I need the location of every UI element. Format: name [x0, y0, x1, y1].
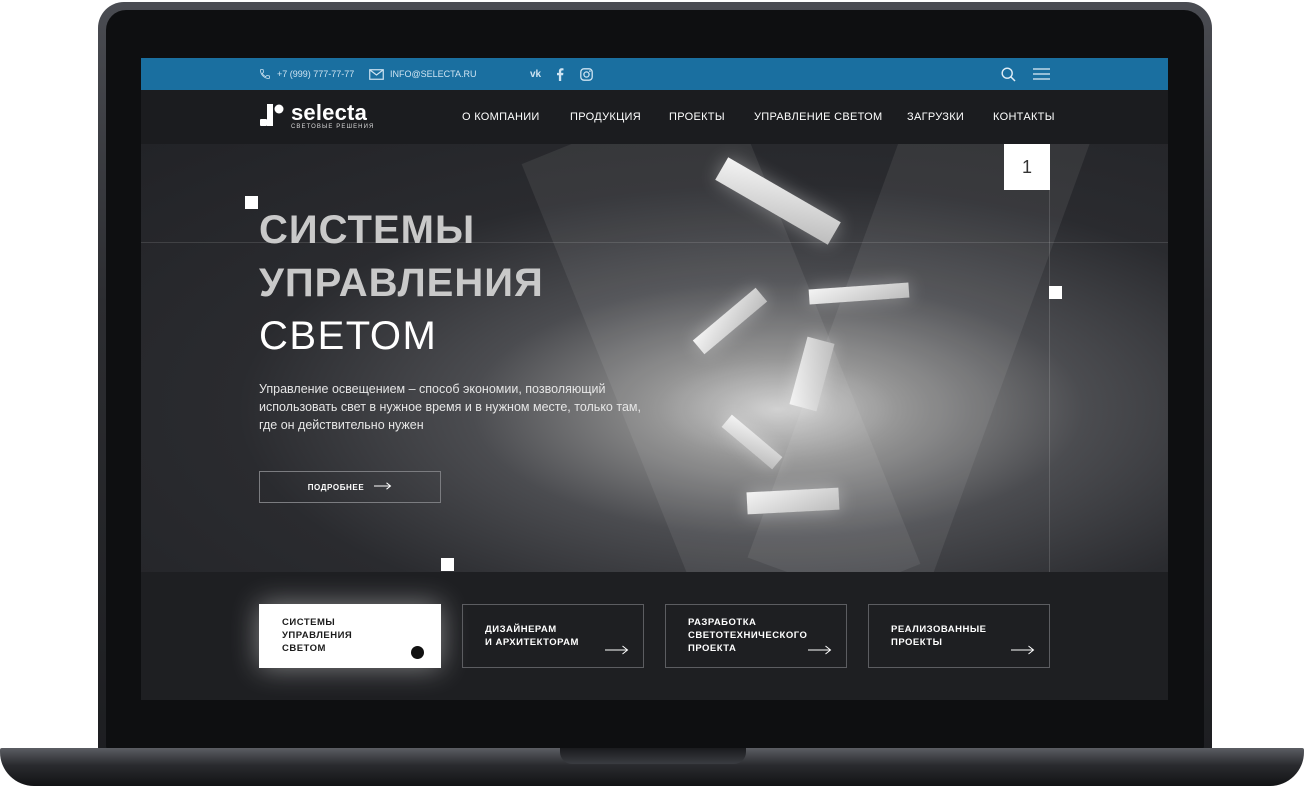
card-lighting-design[interactable]: РАЗРАБОТКА СВЕТОТЕХНИЧЕСКОГО ПРОЕКТА [665, 604, 847, 668]
brand-tagline: СВЕТОВЫЕ РЕШЕНИЯ [291, 123, 375, 130]
email-address: INFO@SELECTA.RU [390, 69, 477, 79]
card-label: СИСТЕМЫ УПРАВЛЕНИЯ СВЕТОМ [282, 617, 353, 654]
card-designers[interactable]: ДИЗАЙНЕРАМ И АРХИТЕКТОРАМ [462, 604, 644, 668]
laptop-notch [560, 748, 746, 764]
nav-item-contacts[interactable]: КОНТАКТЫ [993, 111, 1055, 123]
nav-item-products[interactable]: ПРОДУКЦИЯ [570, 111, 641, 123]
card-label: ДИЗАЙНЕРАМ И АРХИТЕКТОРАМ [485, 624, 579, 648]
card-completed-projects[interactable]: РЕАЛИЗОВАННЫЕ ПРОЕКТЫ [868, 604, 1050, 668]
brand-logo[interactable]: selecta СВЕТОВЫЕ РЕШЕНИЯ [259, 99, 375, 130]
menu-icon [1033, 68, 1050, 80]
light-block [746, 487, 840, 515]
light-block [692, 287, 768, 355]
arrow-right-icon [605, 645, 629, 659]
phone-icon [259, 68, 271, 80]
vk-link[interactable]: vk [530, 58, 541, 90]
instagram-icon [580, 67, 593, 81]
phone-number: +7 (999) 777-77-77 [277, 69, 355, 79]
card-lighting-control[interactable]: СИСТЕМЫ УПРАВЛЕНИЯ СВЕТОМ [259, 604, 441, 668]
light-block [789, 336, 835, 412]
brand-name: selecta [291, 99, 368, 125]
phone-link[interactable]: +7 (999) 777-77-77 [259, 58, 354, 90]
main-navbar: selecta СВЕТОВЫЕ РЕШЕНИЯ О КОМПАНИИ ПРОД… [141, 90, 1168, 144]
nav-item-projects[interactable]: ПРОЕКТЫ [669, 111, 725, 123]
light-block [808, 282, 910, 305]
nav-item-lighting-control[interactable]: УПРАВЛЕНИЕ СВЕТОМ [754, 111, 883, 123]
facebook-icon [556, 67, 564, 81]
card-label: РАЗРАБОТКА СВЕТОТЕХНИЧЕСКОГО ПРОЕКТА [688, 617, 808, 654]
nav-item-downloads[interactable]: ЗАГРУЗКИ [907, 111, 964, 123]
arrow-right-icon [1011, 645, 1035, 659]
card-label: РЕАЛИЗОВАННЫЕ ПРОЕКТЫ [891, 624, 987, 648]
email-link[interactable]: INFO@SELECTA.RU [369, 58, 476, 90]
mail-icon [369, 68, 384, 80]
search-icon [1001, 66, 1016, 82]
logo-icon [259, 102, 287, 130]
website-screen: +7 (999) 777-77-77 INFO@SELECTA.RU vk se… [141, 58, 1168, 700]
category-cards: СИСТЕМЫ УПРАВЛЕНИЯ СВЕТОМ ДИЗАЙНЕРАМ И А… [141, 572, 1168, 700]
instagram-link[interactable] [580, 58, 593, 90]
menu-button[interactable] [1033, 58, 1050, 90]
facebook-link[interactable] [556, 58, 564, 90]
search-button[interactable] [1001, 58, 1016, 90]
active-dot-icon [411, 646, 424, 659]
contact-bar: +7 (999) 777-77-77 INFO@SELECTA.RU vk [141, 58, 1168, 90]
light-block [715, 157, 841, 245]
arrow-right-icon [808, 645, 832, 659]
floating-light-blocks [141, 144, 1168, 572]
nav-item-about[interactable]: О КОМПАНИИ [462, 111, 540, 123]
light-block [721, 414, 783, 470]
vk-icon: vk [530, 68, 542, 80]
